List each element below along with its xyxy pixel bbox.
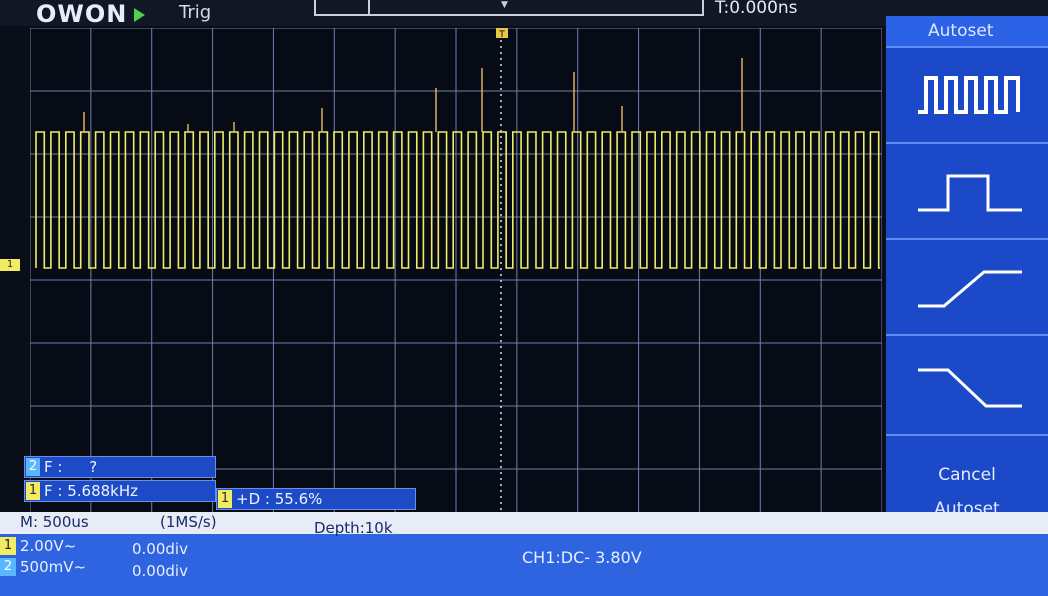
rising-edge-icon (918, 270, 1022, 308)
ch1-freq-label: F : 5.688kHz (44, 482, 138, 500)
window-marker (368, 0, 370, 14)
trigger-info[interactable]: CH1:DC- 3.80V (522, 548, 642, 567)
single-pulse-icon (918, 174, 1022, 212)
ch1-duty-badge: 1 (218, 490, 232, 508)
autoset-menu: Autoset Cancel Autoset (886, 16, 1048, 532)
ch1-badge: 1 (26, 482, 40, 500)
sample-rate: (1MS/s) (160, 513, 217, 531)
ch1-offset: 0.00div (132, 540, 188, 558)
timebase[interactable]: M: 500us (20, 513, 89, 531)
falling-edge-icon (918, 368, 1022, 408)
time-offset: T:0.000ns (715, 0, 798, 18)
multi-pulse-wave-icon (918, 76, 1020, 114)
memory-position-bar[interactable]: ▼ (314, 0, 704, 16)
menu-falling-edge-option[interactable] (886, 334, 1048, 434)
svg-text:T: T (498, 30, 505, 40)
ch2-frequency-measure[interactable]: 2F : ? (24, 456, 216, 478)
ch2-scale-badge: 2 (0, 558, 16, 576)
ch1-scale[interactable]: 2.00V~ (20, 537, 76, 555)
trigger-position-pointer: ▼ (501, 0, 508, 10)
ch1-duty-label: +D : 55.6% (236, 490, 323, 508)
ch2-freq-label: F : (44, 458, 63, 476)
trigger-status: Trig (179, 2, 212, 23)
ch1-ground-marker-icon[interactable]: 1 (0, 259, 20, 271)
play-icon[interactable] (134, 8, 145, 22)
record-depth[interactable]: Depth:10k (314, 519, 393, 537)
ch1-frequency-measure[interactable]: 1F : 5.688kHz (24, 480, 216, 502)
ch2-badge: 2 (26, 458, 40, 476)
ch2-freq-value: ? (89, 458, 98, 476)
cancel-label: Cancel (938, 465, 996, 485)
menu-multi-pulse-option[interactable] (886, 46, 1048, 142)
ch2-offset: 0.00div (132, 562, 188, 580)
menu-rising-edge-option[interactable] (886, 238, 1048, 334)
menu-title: Autoset (886, 16, 1048, 46)
ch1-duty-measure[interactable]: 1 +D : 55.6% (216, 488, 416, 510)
bottom-status-bar: M: 500us (1MS/s) Depth:10k 1 2.00V~ 0.00… (0, 512, 1048, 596)
ch2-scale[interactable]: 500mV~ (20, 558, 86, 576)
menu-single-pulse-option[interactable] (886, 142, 1048, 238)
oscilloscope-screen: OWON Trig ▼ T:0.000ns T 1 Autoset Cancel… (0, 0, 1048, 596)
timebase-row (0, 512, 1048, 534)
brand-logo: OWON (36, 0, 128, 28)
ch1-scale-badge: 1 (0, 537, 16, 555)
